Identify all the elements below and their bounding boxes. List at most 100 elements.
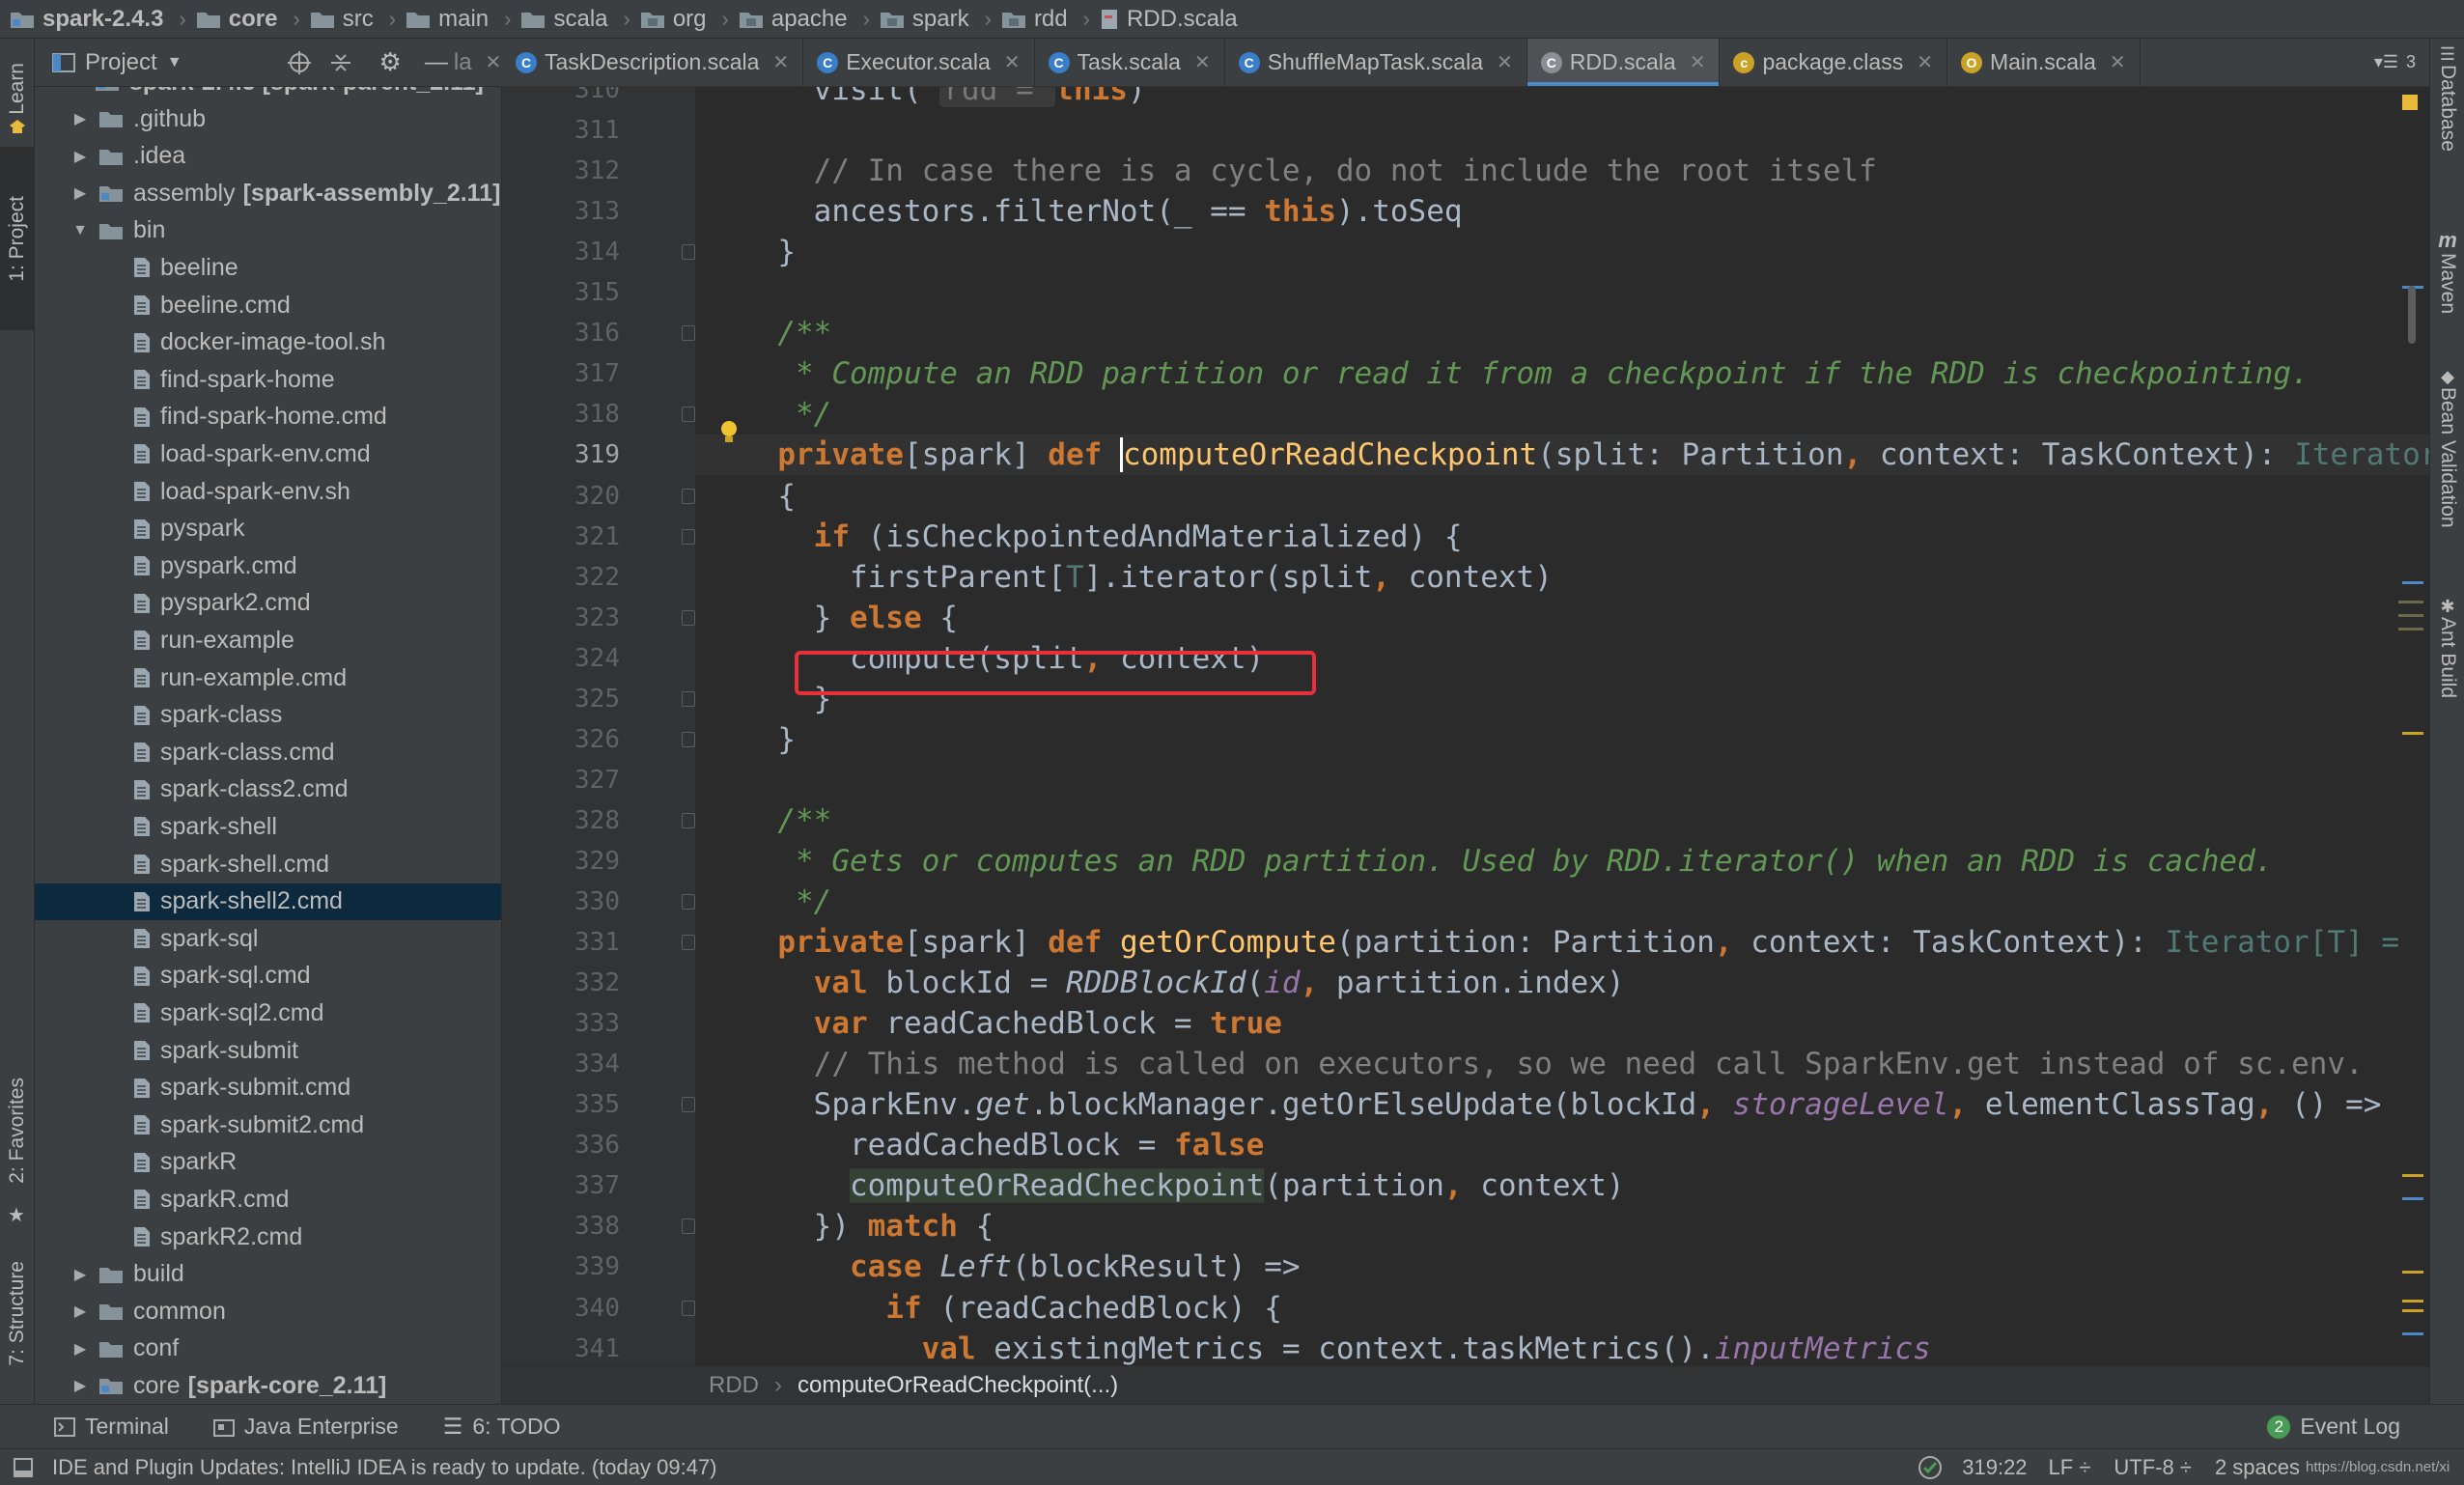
- code-line[interactable]: if (readCachedBlock) {: [742, 1288, 2429, 1329]
- code-line[interactable]: * Gets or computes an RDD partition. Use…: [742, 841, 2429, 882]
- line-separator[interactable]: LF ÷: [2049, 1455, 2091, 1480]
- tree-item[interactable]: beeline.cmd: [35, 287, 501, 323]
- code-line[interactable]: }: [742, 719, 2429, 760]
- tree-item[interactable]: spark-class.cmd: [35, 734, 501, 771]
- tree-item[interactable]: spark-shell: [35, 808, 501, 845]
- tree-item[interactable]: load-spark-env.sh: [35, 473, 501, 510]
- ant-build-tool-tab[interactable]: ✱ Ant Build: [2430, 597, 2464, 698]
- tree-item[interactable]: run-example: [35, 622, 501, 658]
- fold-marker-icon[interactable]: [682, 488, 695, 504]
- tree-root[interactable]: ▼ spark-2.4.3 [spark-parent_2.11]: [35, 87, 501, 100]
- code-line[interactable]: }: [742, 232, 2429, 272]
- code-line[interactable]: */: [742, 882, 2429, 922]
- code-line[interactable]: val existingMetrics = context.taskMetric…: [742, 1329, 2429, 1365]
- status-message[interactable]: IDE and Plugin Updates: IntelliJ IDEA is…: [52, 1455, 717, 1480]
- fold-marker-icon[interactable]: [682, 528, 695, 545]
- tree-item[interactable]: pyspark: [35, 511, 501, 547]
- fold-marker-icon[interactable]: [682, 812, 695, 828]
- event-log-button[interactable]: 2 Event Log: [2267, 1414, 2400, 1440]
- code-line[interactable]: if (isCheckpointedAndMaterialized) {: [742, 517, 2429, 557]
- tree-item[interactable]: docker-image-tool.sh: [35, 324, 501, 361]
- chevron-right-icon[interactable]: ▶: [71, 1302, 89, 1321]
- code-line[interactable]: compute(split, context): [742, 638, 2429, 679]
- indent-setting[interactable]: 2 spaces: [2215, 1455, 2300, 1480]
- hidden-tab-label[interactable]: la: [454, 49, 472, 76]
- tree-item[interactable]: spark-sql2.cmd: [35, 995, 501, 1031]
- editor-tab[interactable]: O Main.scala ✕: [1947, 39, 2141, 86]
- tree-item[interactable]: spark-shell2.cmd: [35, 883, 501, 920]
- hide-panel-icon[interactable]: —: [425, 49, 448, 76]
- code-line[interactable]: private[spark] def getOrCompute(partitio…: [742, 922, 2429, 963]
- editor-tab[interactable]: C Task.scala ✕: [1035, 39, 1225, 86]
- fold-marker-icon[interactable]: [682, 935, 695, 951]
- java-enterprise-tool-button[interactable]: Java Enterprise: [212, 1414, 399, 1440]
- breadcrumb-item[interactable]: org ›: [640, 0, 739, 39]
- close-icon[interactable]: ✕: [486, 50, 502, 74]
- fold-marker-icon[interactable]: [682, 244, 695, 261]
- close-tab-icon[interactable]: ✕: [772, 50, 789, 74]
- close-tab-icon[interactable]: ✕: [1194, 50, 1211, 74]
- bean-validation-tool-tab[interactable]: ◆ Bean Validation: [2430, 367, 2464, 528]
- warning-marker[interactable]: [2402, 95, 2418, 110]
- code-line[interactable]: }: [742, 679, 2429, 719]
- terminal-tool-button[interactable]: Terminal: [54, 1414, 169, 1440]
- fold-marker-icon[interactable]: [682, 325, 695, 342]
- chevron-right-icon[interactable]: ▶: [71, 109, 89, 128]
- code-line[interactable]: val blockId = RDDBlockId(id, partition.i…: [742, 963, 2429, 1003]
- code-line[interactable]: [742, 110, 2429, 151]
- close-tab-icon[interactable]: ✕: [1004, 50, 1021, 74]
- editor-tab[interactable]: C ShuffleMapTask.scala ✕: [1225, 39, 1527, 86]
- inspection-ok-icon[interactable]: [1918, 1455, 1943, 1480]
- code-line[interactable]: * Compute an RDD partition or read it fr…: [742, 353, 2429, 394]
- tree-item[interactable]: run-example.cmd: [35, 659, 501, 696]
- tree-item[interactable]: sparkR.cmd: [35, 1181, 501, 1218]
- code-line[interactable]: [742, 760, 2429, 800]
- tabs-overflow-button[interactable]: ▾☰ 3: [2361, 39, 2429, 86]
- tree-item[interactable]: ▶ common: [35, 1293, 501, 1330]
- caret-position[interactable]: 319:22: [1962, 1455, 2027, 1480]
- tree-item[interactable]: spark-shell.cmd: [35, 846, 501, 883]
- code-line[interactable]: firstParent[T].iterator(split, context): [742, 557, 2429, 598]
- fold-marker-icon[interactable]: [682, 1097, 695, 1113]
- chevron-right-icon[interactable]: ▶: [71, 1265, 89, 1284]
- fold-marker-icon[interactable]: [682, 731, 695, 747]
- editor-tab[interactable]: C RDD.scala ✕: [1526, 39, 1721, 86]
- close-tab-icon[interactable]: ✕: [1690, 50, 1706, 74]
- editor-tab[interactable]: C Executor.scala ✕: [803, 39, 1035, 86]
- tool-windows-toggle-icon[interactable]: [14, 1457, 33, 1477]
- close-tab-icon[interactable]: ✕: [2110, 50, 2126, 74]
- breadcrumb-item[interactable]: spark ›: [880, 0, 1001, 39]
- tree-item[interactable]: find-spark-home.cmd: [35, 399, 501, 435]
- tree-item[interactable]: ▶ .github: [35, 100, 501, 137]
- tree-item[interactable]: ▶ .idea: [35, 138, 501, 175]
- breadcrumb-item[interactable]: rdd ›: [1001, 0, 1100, 39]
- code-line[interactable]: visit( rdd = this): [742, 87, 2429, 110]
- code-line[interactable]: {: [742, 476, 2429, 517]
- tree-item[interactable]: sparkR: [35, 1144, 501, 1181]
- project-tool-tab[interactable]: 1: Project: [0, 147, 35, 330]
- code-line[interactable]: } else {: [742, 598, 2429, 638]
- close-tab-icon[interactable]: ✕: [1497, 50, 1513, 74]
- breadcrumb-item[interactable]: main ›: [406, 0, 520, 39]
- database-tool-tab[interactable]: ☰ Database: [2430, 44, 2464, 152]
- tree-item[interactable]: pyspark2.cmd: [35, 585, 501, 622]
- breadcrumb-item[interactable]: RDD.scala: [1100, 0, 1238, 39]
- fold-marker-icon[interactable]: [682, 406, 695, 423]
- breadcrumb-method[interactable]: computeOrReadCheckpoint(...): [798, 1372, 1118, 1399]
- code-line[interactable]: ancestors.filterNot(_ == this).toSeq: [742, 191, 2429, 232]
- chevron-right-icon[interactable]: ▶: [71, 183, 89, 203]
- tree-item[interactable]: find-spark-home: [35, 361, 501, 398]
- project-view-selector[interactable]: Project: [85, 49, 157, 76]
- chevron-right-icon[interactable]: ▶: [71, 1376, 89, 1395]
- code-line[interactable]: /**: [742, 313, 2429, 353]
- code-line[interactable]: computeOrReadCheckpoint(partition, conte…: [742, 1165, 2429, 1206]
- code-line[interactable]: SparkEnv.get.blockManager.getOrElseUpdat…: [742, 1084, 2429, 1125]
- breadcrumb-item[interactable]: src ›: [310, 0, 406, 39]
- chevron-right-icon[interactable]: ▶: [71, 1339, 89, 1359]
- tree-item[interactable]: spark-class2.cmd: [35, 771, 501, 808]
- structure-tool-tab[interactable]: 7: Structure: [0, 1236, 35, 1390]
- code-line[interactable]: // This method is called on executors, s…: [742, 1044, 2429, 1084]
- fold-marker-icon[interactable]: [682, 894, 695, 910]
- breadcrumb-class[interactable]: RDD: [709, 1372, 759, 1399]
- lightbulb-icon[interactable]: [718, 419, 740, 446]
